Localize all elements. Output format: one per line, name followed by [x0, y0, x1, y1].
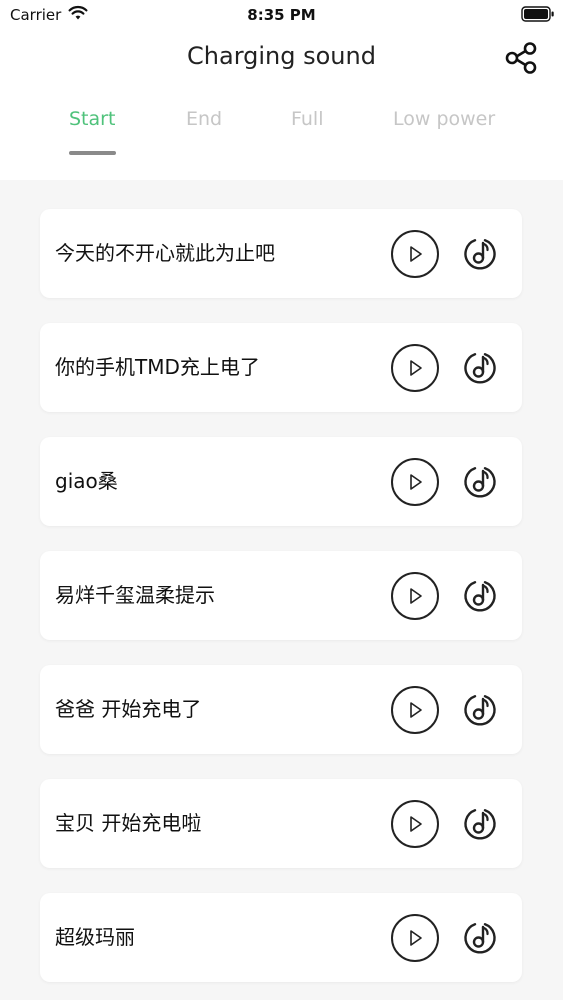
music-note-icon	[464, 353, 496, 384]
list-item[interactable]: 爸爸 开始充电了	[40, 665, 522, 754]
music-note-icon	[464, 695, 496, 726]
list-item[interactable]: 今天的不开心就此为止吧	[40, 209, 522, 298]
sound-list: 今天的不开心就此为止吧 你的手机TMD充上电了 giao桑 易烊千玺温柔提示 爸…	[40, 209, 522, 1000]
share-button[interactable]	[501, 38, 541, 78]
play-button[interactable]	[391, 686, 439, 734]
play-icon	[410, 588, 422, 604]
header: Charging sound Start End Full Low power	[0, 30, 563, 180]
music-note-icon	[464, 809, 496, 840]
play-button[interactable]	[391, 344, 439, 392]
sound-title: 易烊千玺温柔提示	[55, 583, 215, 607]
play-icon	[410, 474, 422, 490]
sound-title: 超级玛丽	[55, 925, 135, 949]
status-time: 8:35 PM	[247, 6, 316, 24]
active-tab-indicator	[69, 151, 116, 155]
screen: Carrier 8:35 PM Charging sound Start End…	[0, 0, 563, 1000]
play-button[interactable]	[391, 914, 439, 962]
play-icon	[410, 702, 422, 718]
status-bar: Carrier 8:35 PM	[0, 0, 563, 30]
play-button[interactable]	[391, 230, 439, 278]
share-icon	[505, 42, 537, 74]
tab-bar: Start End Full Low power	[0, 108, 563, 158]
page-title: Charging sound	[187, 42, 376, 70]
play-button[interactable]	[391, 458, 439, 506]
play-button[interactable]	[391, 572, 439, 620]
music-note-icon	[464, 581, 496, 612]
tab-low-power[interactable]: Low power	[393, 108, 495, 148]
set-ringtone-button[interactable]	[462, 920, 498, 956]
sound-title: 你的手机TMD充上电了	[55, 355, 260, 379]
list-item[interactable]: 超级玛丽	[40, 893, 522, 982]
music-note-icon	[464, 239, 496, 270]
tab-full[interactable]: Full	[291, 108, 324, 148]
list-item[interactable]: giao桑	[40, 437, 522, 526]
list-item[interactable]: 宝贝 开始充电啦	[40, 779, 522, 868]
play-icon	[410, 360, 422, 376]
battery-icon	[521, 6, 554, 22]
tab-end[interactable]: End	[186, 108, 222, 148]
sound-title: giao桑	[55, 469, 118, 493]
list-item[interactable]: 你的手机TMD充上电了	[40, 323, 522, 412]
play-icon	[410, 246, 422, 262]
set-ringtone-button[interactable]	[462, 350, 498, 386]
music-note-icon	[464, 923, 496, 954]
music-note-icon	[464, 467, 496, 498]
set-ringtone-button[interactable]	[462, 806, 498, 842]
play-icon	[410, 816, 422, 832]
sound-title: 今天的不开心就此为止吧	[55, 241, 275, 265]
set-ringtone-button[interactable]	[462, 578, 498, 614]
set-ringtone-button[interactable]	[462, 464, 498, 500]
play-icon	[410, 930, 422, 946]
sound-title: 宝贝 开始充电啦	[55, 811, 202, 835]
sound-title: 爸爸 开始充电了	[55, 697, 202, 721]
tab-start[interactable]: Start	[69, 108, 115, 148]
set-ringtone-button[interactable]	[462, 236, 498, 272]
play-button[interactable]	[391, 800, 439, 848]
list-item[interactable]: 易烊千玺温柔提示	[40, 551, 522, 640]
set-ringtone-button[interactable]	[462, 692, 498, 728]
